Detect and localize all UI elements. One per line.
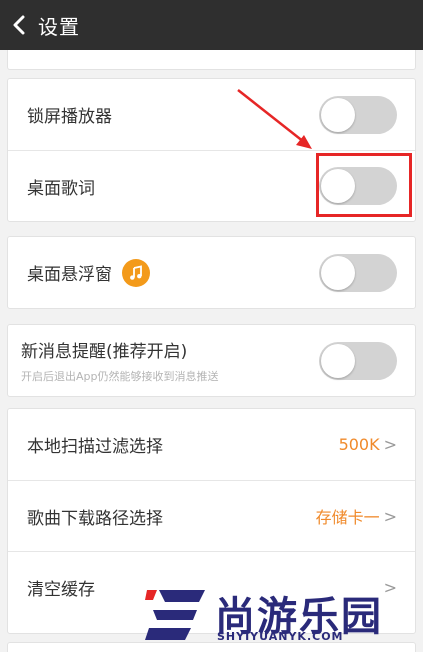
row-download-path[interactable]: 歌曲下载路径选择 存储卡一 > — [8, 480, 415, 551]
new-message-description: 开启后退出App仍然能够接收到消息推送 — [21, 370, 219, 383]
watermark: 尚游乐园 SHYIYUANYK.COM — [145, 584, 415, 650]
clear-cache-label: 清空缓存 — [27, 579, 95, 600]
row-local-scan-filter[interactable]: 本地扫描过滤选择 500K > — [8, 409, 415, 480]
row-desktop-float-window[interactable]: 桌面悬浮窗 — [8, 237, 415, 308]
download-path-value: 存储卡一 — [315, 508, 380, 527]
page-title: 设置 — [38, 14, 80, 39]
chevron-right-icon: > — [383, 506, 397, 526]
new-message-text: 新消息提醒(推荐开启) 开启后退出App仍然能够接收到消息推送 — [21, 337, 219, 384]
settings-group-float: 桌面悬浮窗 — [7, 236, 416, 309]
watermark-logo-icon — [145, 590, 205, 640]
watermark-url: SHYIYUANYK.COM — [217, 630, 344, 643]
local-scan-filter-label: 本地扫描过滤选择 — [27, 437, 163, 457]
music-note-icon — [122, 258, 150, 287]
settings-group-notifications: 新消息提醒(推荐开启) 开启后退出App仍然能够接收到消息推送 — [7, 324, 416, 397]
chevron-right-icon: > — [383, 435, 397, 454]
toggle-knob — [321, 255, 355, 290]
lockscreen-player-toggle[interactable] — [319, 95, 397, 134]
new-message-label: 新消息提醒(推荐开启) — [21, 342, 188, 362]
settings-group-lyrics: 锁屏播放器 桌面歌词 — [7, 78, 416, 222]
title-bar: 设置 — [0, 0, 423, 50]
desktop-lyrics-toggle[interactable] — [319, 167, 397, 205]
desktop-lyrics-label: 桌面歌词 — [27, 178, 95, 199]
row-lockscreen-player[interactable]: 锁屏播放器 — [8, 79, 415, 150]
back-arrow-icon[interactable] — [2, 0, 36, 50]
toggle-knob — [321, 343, 355, 378]
desktop-float-window-label: 桌面悬浮窗 — [27, 265, 112, 285]
row-new-message[interactable]: 新消息提醒(推荐开启) 开启后退出App仍然能够接收到消息推送 — [8, 325, 415, 396]
lockscreen-player-label: 锁屏播放器 — [27, 107, 112, 127]
row-desktop-lyrics[interactable]: 桌面歌词 — [8, 150, 415, 221]
settings-group-top — [7, 50, 416, 70]
download-path-label: 歌曲下载路径选择 — [27, 508, 163, 529]
new-message-toggle[interactable] — [319, 341, 397, 380]
local-scan-filter-value: 500K — [338, 435, 380, 454]
toggle-knob — [321, 169, 355, 203]
desktop-float-window-toggle[interactable] — [319, 253, 397, 292]
toggle-knob — [321, 97, 355, 132]
